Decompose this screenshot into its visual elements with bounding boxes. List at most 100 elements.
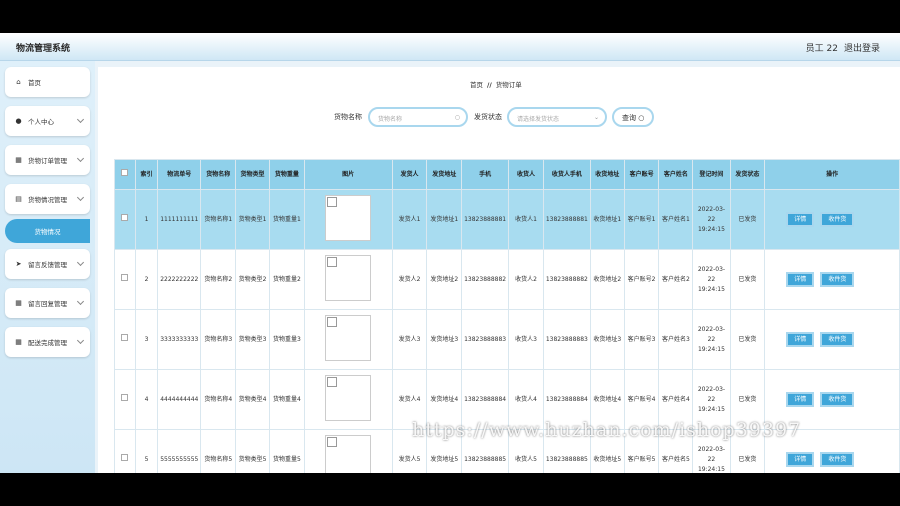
app-title: 物流管理系统 — [16, 44, 71, 54]
cell-sender-address: 发货地址1 — [426, 189, 463, 250]
current-user[interactable]: 员工 22 — [806, 41, 838, 54]
breadcrumb-home[interactable]: 首页 — [470, 81, 483, 89]
cell-customer-account: 客户账号1 — [623, 189, 660, 250]
cell-receiver-address: 收货地址3 — [589, 309, 625, 370]
sidebar-item-cargo-status-management[interactable]: ▤ 货物情况管理 — [5, 184, 90, 214]
search-icon: ○ — [454, 114, 460, 121]
broken-image-icon — [325, 194, 372, 241]
chevron-down-icon: ⌄ — [593, 114, 599, 121]
cell-tracking-no: 3333333333 — [157, 309, 202, 370]
row-checkbox[interactable] — [121, 394, 129, 401]
breadcrumb: 首页 //货物订单 — [470, 79, 522, 89]
receive-button[interactable]: 收件货 — [820, 392, 855, 407]
column-header: 货物重量 — [268, 159, 305, 190]
receive-button[interactable]: 收件货 — [820, 212, 855, 227]
detail-button[interactable]: 详情 — [786, 212, 815, 227]
cell-phone: 13823888881 — [461, 189, 510, 250]
grid-icon: ▦ — [15, 337, 22, 346]
cell-sender: 发货人3 — [391, 309, 428, 370]
cell-cargo-weight: 货物重量2 — [268, 249, 305, 310]
table-header-row: 索引 物流单号 货物名称 货物类型 货物重量 图片 发货人 发货地址 手机 收货人 收货人手机 收货地… — [114, 159, 900, 190]
detail-button[interactable]: 详情 — [786, 392, 815, 407]
search-icon: ○ — [638, 114, 645, 122]
sidebar-item-personal-center[interactable]: ● 个人中心 — [5, 106, 90, 136]
cell-customer-name: 客户姓名2 — [658, 249, 694, 310]
query-button[interactable]: 查询 ○ — [612, 107, 655, 127]
cell-customer-name: 客户姓名1 — [658, 189, 694, 250]
sidebar-subitem-cargo-status[interactable]: 货物情况 — [5, 219, 90, 243]
table-row[interactable]: 1 1111111111 货物名称1 货物类型1 货物重量1 发货人1 发货地址1 13823… — [114, 189, 900, 250]
row-checkbox[interactable] — [121, 274, 129, 281]
query-button-label: 查询 — [622, 114, 636, 122]
breadcrumb-current: 货物订单 — [495, 81, 522, 89]
row-checkbox[interactable] — [121, 214, 129, 221]
cell-cargo-name: 货物名称2 — [200, 249, 237, 310]
column-header: 物流单号 — [157, 159, 202, 190]
grid-icon: ▦ — [15, 298, 22, 307]
sidebar-item-label: 留言回复管理 — [28, 300, 67, 308]
cell-phone: 13823888882 — [461, 249, 510, 310]
detail-button[interactable]: 详情 — [786, 272, 815, 287]
sidebar-item-label: 配送完成管理 — [28, 339, 67, 347]
chevron-down-icon — [76, 193, 85, 202]
cell-ship-status: 已发货 — [729, 189, 766, 250]
cell-actions: 详情 收件货 — [764, 249, 900, 310]
cell-sender-address: 发货地址2 — [426, 249, 463, 310]
ship-status-label: 发货状态 — [474, 113, 502, 121]
cell-cargo-type: 货物类型2 — [235, 249, 270, 310]
cell-cargo-type: 货物类型1 — [235, 189, 270, 250]
cell-receiver-phone: 13823888883 — [542, 309, 591, 370]
column-header: 图片 — [303, 159, 393, 190]
cell-cargo-name: 货物名称1 — [200, 189, 237, 250]
detail-button[interactable]: 详情 — [786, 332, 815, 347]
ship-status-select[interactable]: 请选择发货状态 ⌄ — [507, 107, 607, 127]
chevron-down-icon — [76, 154, 85, 163]
row-checkbox[interactable] — [121, 454, 129, 461]
main-content: 首页 //货物订单 货物名称 货物名称 ○ 发货状态 请选择发货状态 ⌄ 查询 ○… — [98, 67, 900, 473]
column-header: 登记时间 — [692, 159, 731, 190]
row-checkbox-cell — [114, 189, 136, 250]
receive-button[interactable]: 收件货 — [820, 332, 855, 347]
sidebar-item-feedback-management[interactable]: ➤ 留言反馈管理 — [5, 249, 90, 279]
cell-sender-address: 发货地址3 — [426, 309, 463, 370]
column-header: 收货地址 — [589, 159, 625, 190]
cell-customer-account: 客户账号3 — [623, 309, 660, 370]
cell-register-time: 2022-03-22 19:24:15 — [692, 249, 731, 310]
column-header: 发货人 — [391, 159, 428, 190]
sidebar-item-label: 个人中心 — [28, 118, 54, 126]
detail-button[interactable]: 详情 — [786, 452, 815, 467]
logout-link[interactable]: 退出登录 — [844, 41, 880, 54]
cell-receiver-address: 收货地址2 — [589, 249, 625, 310]
cell-tracking-no: 5555555555 — [157, 429, 202, 473]
cell-cargo-type: 货物类型5 — [235, 429, 270, 473]
cell-index: 1 — [134, 189, 159, 250]
sidebar-item-reply-management[interactable]: ▦ 留言回复管理 — [5, 288, 90, 318]
receive-button[interactable]: 收件货 — [820, 272, 855, 287]
sidebar-item-order-management[interactable]: ▦ 货物订单管理 — [5, 145, 90, 175]
cell-picture — [303, 309, 393, 370]
sidebar-item-label: 货物订单管理 — [28, 157, 67, 165]
table-row[interactable]: 2 2222222222 货物名称2 货物类型2 货物重量2 发货人2 发货地址2 13823… — [114, 249, 900, 310]
table-row[interactable]: 3 3333333333 货物名称3 货物类型3 货物重量3 发货人3 发货地址3 13823… — [114, 309, 900, 370]
cell-sender: 发货人1 — [391, 189, 428, 250]
select-all-checkbox[interactable] — [121, 169, 129, 176]
row-checkbox[interactable] — [121, 334, 129, 341]
column-header: 收货人 — [508, 159, 544, 190]
cell-index: 2 — [134, 249, 159, 310]
cell-cargo-weight: 货物重量3 — [268, 309, 305, 370]
cell-ship-status: 已发货 — [729, 309, 766, 370]
chevron-down-icon — [76, 336, 85, 345]
sidebar-item-delivery-management[interactable]: ▦ 配送完成管理 — [5, 327, 90, 357]
cell-tracking-no: 2222222222 — [157, 249, 202, 310]
user-icon: ● — [15, 116, 22, 125]
app-screen: 物流管理系统 员工 22 退出登录 ⌂ 首页 ● 个人中心 ▦ 货物订单管理 ▤… — [0, 33, 900, 473]
cargo-name-input[interactable]: 货物名称 ○ — [368, 107, 468, 127]
cell-register-time: 2022-03-22 19:24:15 — [692, 189, 731, 250]
cell-index: 5 — [134, 429, 159, 473]
top-bar: 物流管理系统 员工 22 退出登录 — [0, 33, 900, 61]
receive-button[interactable]: 收件货 — [820, 452, 855, 467]
sidebar-item-home[interactable]: ⌂ 首页 — [5, 67, 90, 97]
cell-cargo-weight: 货物重量1 — [268, 189, 305, 250]
cargo-name-label: 货物名称 — [334, 113, 362, 121]
row-checkbox-cell — [114, 249, 136, 310]
